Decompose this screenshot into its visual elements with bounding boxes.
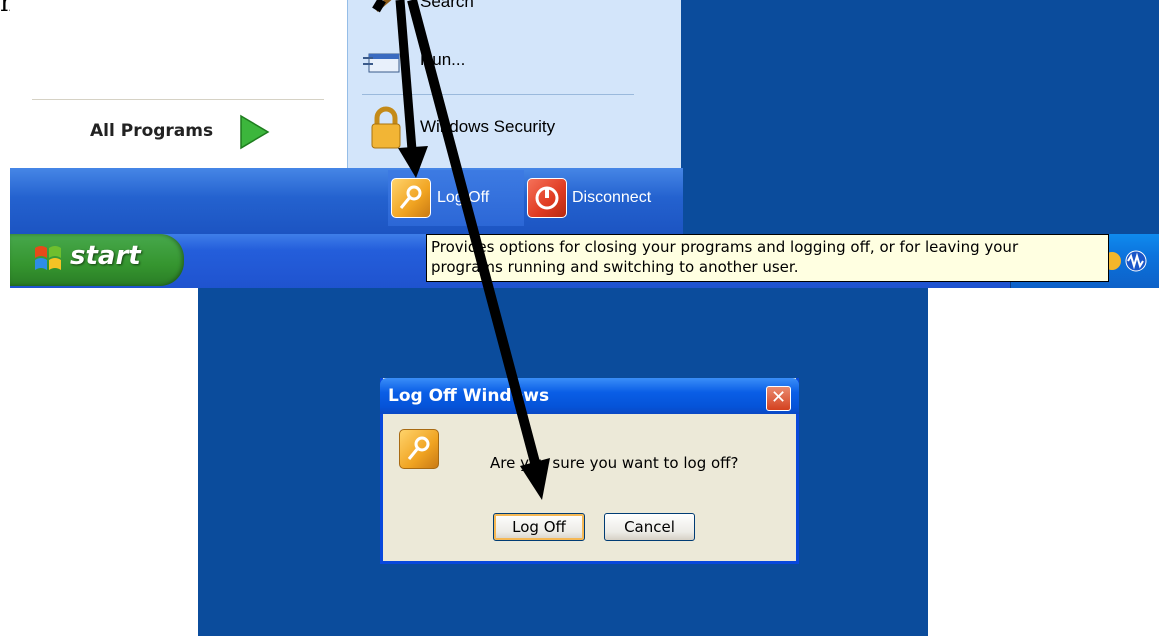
all-programs-label[interactable]: All Programs [90, 121, 213, 141]
dialog-title: Log Off Windows [388, 386, 550, 406]
dialog-message: Are you sure you want to log off? [490, 454, 739, 472]
windows-flag-icon[interactable] [32, 242, 64, 274]
start-label[interactable]: start [70, 241, 141, 271]
run-icon [363, 53, 400, 73]
confirm-log-off-button[interactable]: Log Off [493, 513, 585, 541]
close-button[interactable]: ✕ [766, 386, 791, 411]
start-menu-left-pane [10, 0, 347, 168]
tray-icon[interactable] [1102, 246, 1158, 276]
cancel-button[interactable]: Cancel [604, 513, 695, 541]
key-icon[interactable] [391, 178, 431, 218]
run-menu-item[interactable]: Run... [420, 50, 465, 70]
tooltip-line-2: programs running and switching to anothe… [431, 258, 799, 276]
start-menu-screenshot: All Programs Search Run... Windows Secur… [10, 0, 1159, 288]
lock-icon [371, 106, 401, 149]
windows-security-menu-item[interactable]: Windows Security [420, 117, 555, 137]
tooltip-line-1: Provides options for closing your progra… [431, 238, 1019, 256]
key-icon [399, 429, 439, 469]
search-icon [374, 0, 392, 12]
search-menu-item[interactable]: Search [420, 0, 474, 12]
log-off-label[interactable]: Log Off [437, 189, 489, 207]
play-arrow-icon[interactable] [238, 114, 270, 150]
disconnect-label[interactable]: Disconnect [572, 189, 651, 207]
log-off-tooltip: Provides options for closing your progra… [426, 234, 1109, 282]
menu-separator [362, 94, 634, 95]
power-icon[interactable] [527, 178, 567, 218]
menu-separator [32, 99, 324, 100]
